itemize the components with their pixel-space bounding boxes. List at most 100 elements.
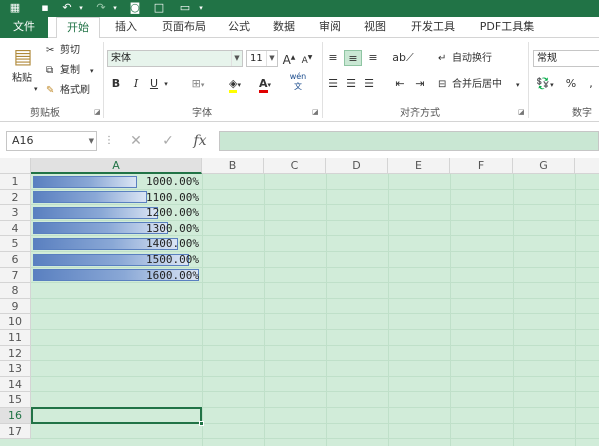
align-left-icon[interactable]: ☰ <box>326 76 340 92</box>
decrease-indent-icon[interactable]: ⇤ <box>392 76 408 92</box>
align-top-icon[interactable]: ≡ <box>326 50 340 66</box>
chevron-down-icon[interactable]: ▾ <box>237 81 241 89</box>
formula-bar-grip-icon[interactable]: ⋮ <box>104 131 114 151</box>
merge-dropdown-icon[interactable]: ▾ <box>516 78 520 92</box>
font-launcher-icon[interactable]: ◪ <box>312 108 319 116</box>
new-file-icon[interactable]: □ <box>152 1 166 15</box>
align-center-icon[interactable]: ☰ <box>344 76 358 92</box>
open-folder-icon[interactable]: ▭ <box>178 1 192 15</box>
font-name-combo[interactable]: 宋体 ▼ <box>107 50 243 67</box>
row-header[interactable]: 12 <box>0 345 31 362</box>
row-header[interactable]: 13 <box>0 361 31 377</box>
camera-icon[interactable]: ◙ <box>128 1 142 15</box>
save-icon[interactable]: ▪ <box>38 1 52 15</box>
name-box[interactable]: A16 ▼ <box>6 131 97 151</box>
worksheet-grid[interactable]: A B C D E F G 1 2 3 4 5 6 7 8 9 10 11 12 13 14 15 16 17 … <box>0 158 599 446</box>
accounting-format-button[interactable]: 💱▾ <box>534 76 556 92</box>
percent-style-button[interactable]: % <box>564 76 578 92</box>
tab-file[interactable]: 文件 <box>0 17 48 38</box>
alignment-launcher-icon[interactable]: ◪ <box>518 108 525 116</box>
column-header[interactable]: A <box>31 158 202 174</box>
tab-review[interactable]: 审阅 <box>310 17 350 38</box>
row-header[interactable]: 5 <box>0 236 31 252</box>
row-header[interactable]: 3 <box>0 205 31 221</box>
column-header[interactable]: D <box>326 158 388 174</box>
row-header[interactable]: 6 <box>0 252 31 268</box>
undo-icon[interactable]: ↶ <box>60 1 74 15</box>
underline-button[interactable]: U <box>148 76 160 92</box>
cell-value[interactable]: 1600.00% <box>79 269 199 282</box>
comma-style-button[interactable]: , <box>584 76 598 92</box>
tab-formulas[interactable]: 公式 <box>220 17 258 38</box>
select-all-corner[interactable] <box>0 158 31 174</box>
number-format-combo[interactable]: 常规 <box>533 50 599 67</box>
shrink-font-button[interactable]: A▼ <box>300 50 314 66</box>
cell-value[interactable]: 1200.00% <box>79 206 199 219</box>
column-header[interactable]: B <box>202 158 264 174</box>
qat-customize-icon[interactable]: ▾ <box>194 1 208 15</box>
cell-value[interactable]: 1500.00% <box>79 253 199 266</box>
tab-page-layout[interactable]: 页面布局 <box>152 17 216 38</box>
chevron-down-icon[interactable]: ▼ <box>231 51 242 66</box>
column-header[interactable]: E <box>388 158 450 174</box>
tab-view[interactable]: 视图 <box>356 17 394 38</box>
column-header[interactable]: G <box>513 158 575 174</box>
tab-insert[interactable]: 插入 <box>104 17 148 38</box>
chevron-down-icon[interactable]: ▾ <box>268 81 272 89</box>
underline-dropdown-icon[interactable]: ▾ <box>162 76 170 92</box>
insert-function-button[interactable]: fx <box>188 131 212 151</box>
column-header[interactable]: F <box>450 158 513 174</box>
chevron-down-icon[interactable]: ▼ <box>266 51 277 66</box>
copy-button[interactable]: 复制 <box>60 64 80 78</box>
formula-input[interactable] <box>219 131 599 151</box>
cell-value[interactable]: 1100.00% <box>79 191 199 204</box>
row-header[interactable]: 11 <box>0 330 31 346</box>
clipboard-launcher-icon[interactable]: ◪ <box>94 108 101 116</box>
row-header[interactable]: 14 <box>0 376 31 393</box>
row-header[interactable]: 2 <box>0 189 31 206</box>
borders-button[interactable]: ⊞▾ <box>184 76 212 92</box>
fill-color-button[interactable]: ◈▾ <box>222 76 248 93</box>
tab-home[interactable]: 开始 <box>56 17 100 39</box>
row-header[interactable]: 9 <box>0 298 31 315</box>
selected-cell[interactable] <box>31 407 204 426</box>
clipboard-icon[interactable]: ▤ <box>12 42 34 72</box>
undo-dropdown-icon[interactable]: ▾ <box>74 1 88 15</box>
cell-value[interactable]: 1300.00% <box>79 222 199 235</box>
row-header[interactable]: 15 <box>0 392 31 408</box>
redo-icon[interactable]: ↷ <box>94 1 108 15</box>
phonetic-guide-button[interactable]: wén 文 <box>286 72 310 91</box>
chevron-down-icon[interactable]: ▾ <box>201 81 205 89</box>
align-middle-icon[interactable]: ≡ <box>344 50 362 66</box>
align-bottom-icon[interactable]: ≡ <box>366 50 380 66</box>
align-right-icon[interactable]: ☰ <box>362 76 376 92</box>
increase-indent-icon[interactable]: ⇥ <box>412 76 428 92</box>
grow-font-button[interactable]: A▲ <box>282 50 296 67</box>
cell-value[interactable]: 1000.00% <box>79 175 199 188</box>
cut-button[interactable]: 剪切 <box>60 44 80 58</box>
row-header[interactable]: 1 <box>0 174 31 190</box>
orientation-button[interactable]: ab⟋ <box>392 50 414 66</box>
font-color-button[interactable]: A▾ <box>252 76 278 93</box>
tab-data[interactable]: 数据 <box>264 17 304 38</box>
row-header[interactable]: 16 <box>0 408 31 424</box>
row-header[interactable]: 10 <box>0 314 31 330</box>
cancel-icon[interactable]: ✕ <box>126 131 146 151</box>
bold-button[interactable]: B <box>110 76 122 92</box>
paste-button[interactable]: 粘贴 <box>12 72 32 86</box>
italic-button[interactable]: I <box>130 76 142 92</box>
merge-center-button[interactable]: 合并后居中 <box>452 78 502 92</box>
paste-dropdown-icon[interactable]: ▾ <box>34 82 38 96</box>
cell-value[interactable]: 1400.00% <box>79 237 199 250</box>
column-header[interactable] <box>575 158 599 174</box>
row-header[interactable]: 8 <box>0 283 31 299</box>
enter-icon[interactable]: ✓ <box>158 131 178 151</box>
fill-handle[interactable] <box>199 421 204 426</box>
row-header[interactable]: 4 <box>0 220 31 237</box>
chevron-down-icon[interactable]: ▼ <box>89 132 94 150</box>
column-header[interactable]: C <box>264 158 326 174</box>
copy-dropdown-icon[interactable]: ▾ <box>90 64 94 78</box>
font-size-combo[interactable]: 11 ▼ <box>246 50 278 67</box>
wrap-text-button[interactable]: 自动换行 <box>452 52 492 66</box>
tab-pdf-tools[interactable]: PDF工具集 <box>472 17 542 38</box>
